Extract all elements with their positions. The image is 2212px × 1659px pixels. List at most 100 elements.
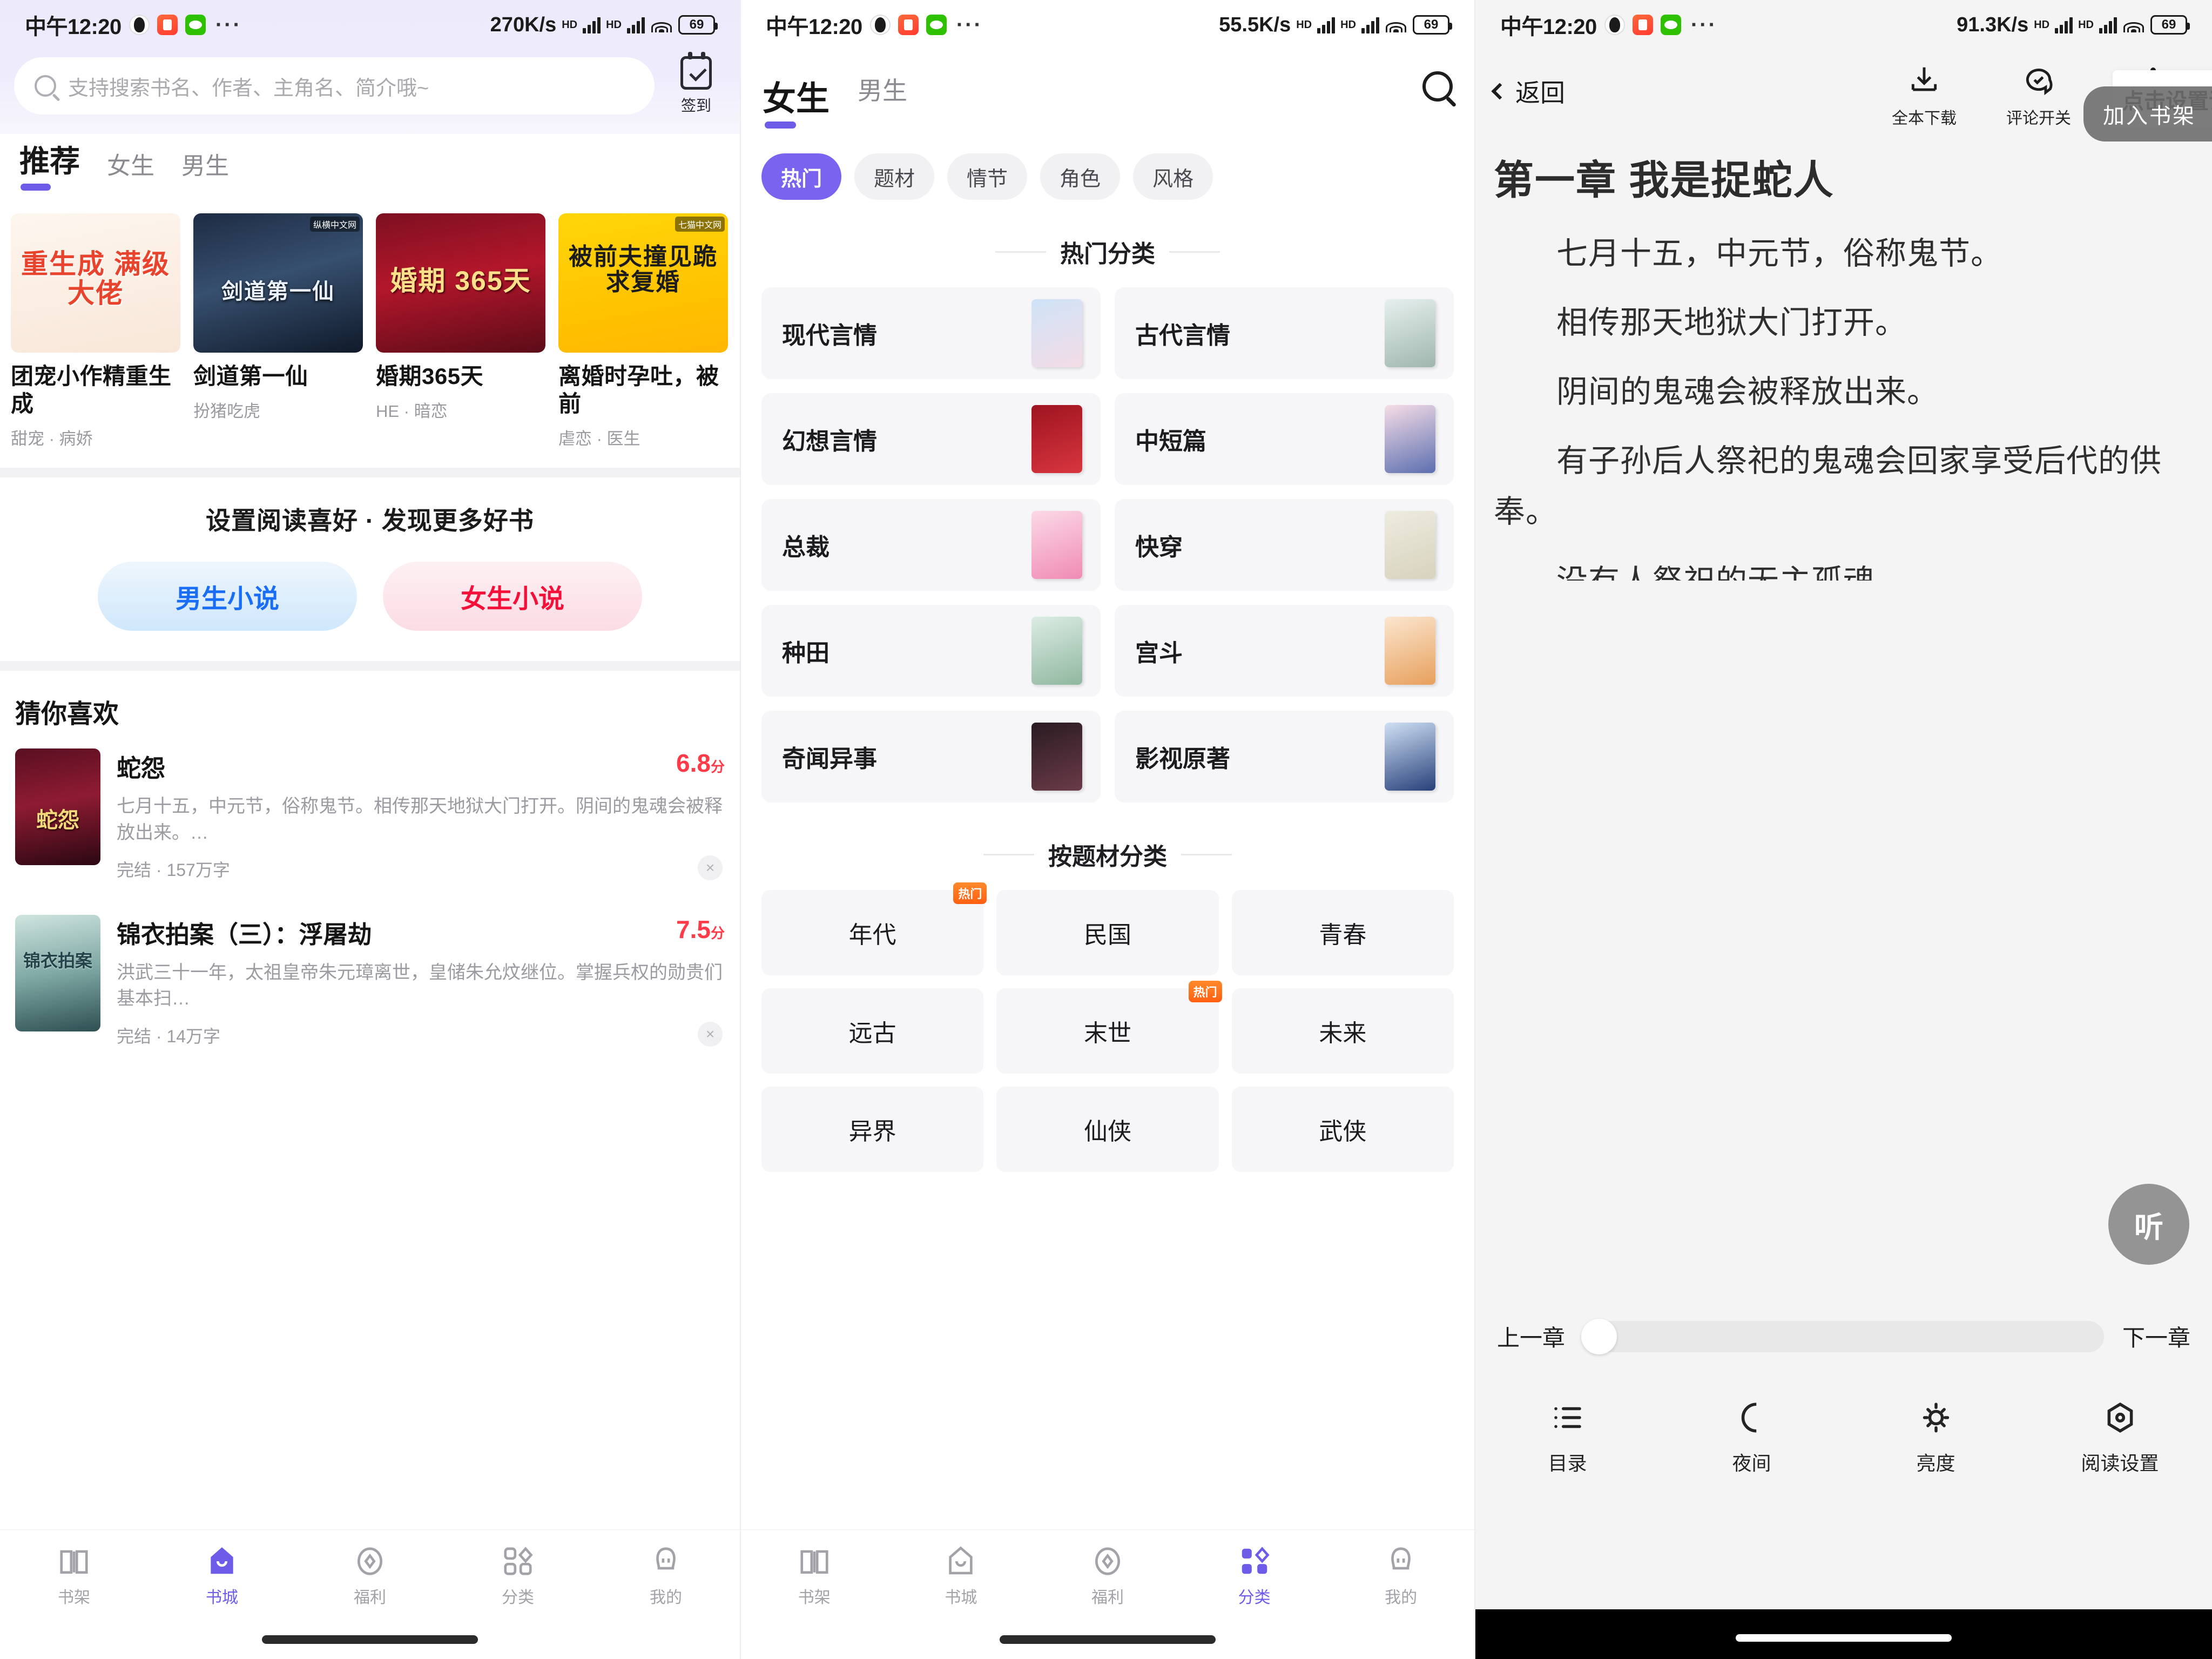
search-row: 支持搜索书名、作者、主角名、简介哦~ 签到 bbox=[0, 50, 740, 134]
sidebar-item-bookstore[interactable]: 书城 bbox=[888, 1541, 1035, 1608]
category-card[interactable]: 总裁 bbox=[761, 499, 1101, 591]
chip-style[interactable]: 风格 bbox=[1133, 153, 1213, 200]
theme-card[interactable]: 末世热门 bbox=[996, 988, 1218, 1074]
reader-content[interactable]: 七月十五，中元节，俗称鬼节。 相传那天地狱大门打开。 阴间的鬼魂会被释放出来。 … bbox=[1475, 206, 2212, 581]
prev-chapter-button[interactable]: 上一章 bbox=[1497, 1320, 1565, 1353]
add-to-shelf-button[interactable]: 加入书架 bbox=[2083, 86, 2212, 141]
category-thumb bbox=[1385, 511, 1435, 579]
sidebar-item-bookshelf[interactable]: 书架 bbox=[741, 1541, 888, 1608]
sidebar-item-category[interactable]: 分类 bbox=[444, 1541, 592, 1608]
chapter-progress-slider[interactable] bbox=[1583, 1321, 2104, 1352]
book-tags: HE · 暗恋 bbox=[376, 397, 545, 422]
hd-label-1: HD bbox=[562, 19, 577, 31]
back-label: 返回 bbox=[1515, 73, 1565, 109]
reading-settings-button[interactable]: 阅读设置 bbox=[2028, 1395, 2212, 1476]
sidebar-item-welfare[interactable]: 福利 bbox=[296, 1541, 444, 1608]
status-overflow-dots: ··· bbox=[956, 13, 983, 37]
cover-title: 锦衣拍案 bbox=[15, 947, 100, 972]
comment-toggle-icon bbox=[1998, 59, 2079, 100]
listen-button[interactable]: 听 bbox=[2108, 1184, 2189, 1265]
category-card[interactable]: 现代言情 bbox=[761, 287, 1101, 379]
category-card[interactable]: 古代言情 bbox=[1115, 287, 1454, 379]
night-mode-button[interactable]: 夜间 bbox=[1660, 1395, 1844, 1476]
close-icon[interactable]: × bbox=[698, 1022, 723, 1047]
search-icon bbox=[1422, 71, 1453, 102]
sidebar-item-category[interactable]: 分类 bbox=[1181, 1541, 1328, 1608]
hd-label-2: HD bbox=[606, 19, 622, 31]
qq-icon bbox=[129, 15, 150, 35]
wifi-icon bbox=[650, 16, 673, 33]
chip-plot[interactable]: 情节 bbox=[947, 153, 1027, 200]
chip-theme[interactable]: 题材 bbox=[854, 153, 934, 200]
theme-card[interactable]: 异界 bbox=[761, 1087, 983, 1172]
book-title: 婚期365天 bbox=[376, 362, 545, 390]
boy-novel-button[interactable]: 男生小说 bbox=[98, 562, 357, 631]
theme-card[interactable]: 未来 bbox=[1232, 988, 1454, 1074]
toc-button[interactable]: 目录 bbox=[1475, 1395, 1660, 1476]
signal-bars-2 bbox=[2099, 16, 2117, 33]
theme-card[interactable]: 远古 bbox=[761, 988, 983, 1074]
tab-boy[interactable]: 男生 bbox=[858, 71, 907, 112]
book-card[interactable]: 七猫中文网 被前夫撞见跪求复婚 离婚时孕吐，被前 虐恋 · 医生 bbox=[558, 213, 728, 449]
category-thumb bbox=[1031, 617, 1082, 685]
next-chapter-button[interactable]: 下一章 bbox=[2122, 1320, 2190, 1353]
category-card[interactable]: 影视原著 bbox=[1115, 711, 1454, 802]
list-item[interactable]: 锦衣拍案 锦衣拍案（三）：浮屠劫 7.5分 洪武三十一年，太祖皇帝朱元璋离世，皇… bbox=[15, 896, 725, 1063]
list-icon bbox=[1475, 1395, 1660, 1440]
download-book-button[interactable]: 全本下载 bbox=[1884, 59, 1965, 129]
girl-novel-button[interactable]: 女生小说 bbox=[383, 562, 642, 631]
category-card[interactable]: 宫斗 bbox=[1115, 605, 1454, 697]
brightness-button[interactable]: 亮度 bbox=[1844, 1395, 2028, 1476]
theme-card[interactable]: 年代热门 bbox=[761, 890, 983, 975]
signal-bars-2 bbox=[627, 16, 645, 33]
cover-title: 蛇怨 bbox=[15, 802, 100, 834]
theme-card[interactable]: 民国 bbox=[996, 890, 1218, 975]
book-card[interactable]: 重生成 满级大佬 团宠小作精重生成 甜宠 · 病娇 bbox=[11, 213, 180, 449]
tab-girl[interactable]: 女生 bbox=[107, 146, 154, 185]
guess-you-like-section: 猜你喜欢 蛇怨 蛇怨 6.8分 七月十五，中元节，俗称鬼节。相传那天地狱大门打开… bbox=[0, 671, 740, 1062]
book-card[interactable]: 纵横中文网 剑道第一仙 剑道第一仙 扮猪吃虎 bbox=[193, 213, 363, 449]
theme-grid: 年代热门 民国 青春 远古 末世热门 未来 异界 仙侠 武侠 bbox=[741, 872, 1474, 1172]
book-card[interactable]: 婚期 365天 婚期365天 HE · 暗恋 bbox=[376, 213, 545, 449]
sidebar-item-bookstore[interactable]: 书城 bbox=[148, 1541, 296, 1608]
category-thumb bbox=[1031, 723, 1082, 791]
theme-card[interactable]: 仙侠 bbox=[996, 1087, 1218, 1172]
sidebar-item-profile[interactable]: 我的 bbox=[592, 1541, 740, 1608]
filter-chips: 热门 题材 情节 角色 风格 bbox=[741, 125, 1474, 200]
book-title: 离婚时孕吐，被前 bbox=[558, 362, 728, 417]
tab-girl[interactable]: 女生 bbox=[763, 71, 830, 125]
moon-icon bbox=[1660, 1395, 1844, 1440]
signin-button[interactable]: 签到 bbox=[666, 56, 726, 116]
hd-label-2: HD bbox=[2078, 19, 2094, 31]
chip-role[interactable]: 角色 bbox=[1040, 153, 1120, 200]
chip-hot[interactable]: 热门 bbox=[761, 153, 841, 200]
sidebar-item-profile[interactable]: 我的 bbox=[1327, 1541, 1474, 1608]
category-card[interactable]: 种田 bbox=[761, 605, 1101, 697]
category-card[interactable]: 中短篇 bbox=[1115, 393, 1454, 485]
search-input[interactable]: 支持搜索书名、作者、主角名、简介哦~ bbox=[14, 57, 655, 114]
tab-boy[interactable]: 男生 bbox=[181, 146, 229, 185]
search-button[interactable] bbox=[1422, 71, 1453, 102]
category-card[interactable]: 幻想言情 bbox=[761, 393, 1101, 485]
close-icon[interactable]: × bbox=[698, 855, 723, 880]
tab-recommend[interactable]: 推荐 bbox=[19, 137, 80, 185]
list-item[interactable]: 蛇怨 蛇怨 6.8分 七月十五，中元节，俗称鬼节。相传那天地狱大门打开。阴间的鬼… bbox=[15, 730, 725, 896]
signin-label: 签到 bbox=[666, 94, 726, 116]
comment-toggle-button[interactable]: 评论开关 bbox=[1998, 59, 2079, 129]
theme-card[interactable]: 武侠 bbox=[1232, 1087, 1454, 1172]
profile-icon bbox=[1327, 1541, 1474, 1582]
slider-knob[interactable] bbox=[1581, 1319, 1617, 1354]
book-cover: 纵横中文网 剑道第一仙 bbox=[193, 213, 363, 353]
category-thumb bbox=[1031, 511, 1082, 579]
category-card[interactable]: 奇闻异事 bbox=[761, 711, 1101, 802]
book-cover: 锦衣拍案 bbox=[15, 915, 100, 1031]
category-card[interactable]: 快穿 bbox=[1115, 499, 1454, 591]
cover-title: 剑道第一仙 bbox=[193, 280, 363, 304]
welfare-icon bbox=[1034, 1541, 1181, 1582]
theme-card[interactable]: 青春 bbox=[1232, 890, 1454, 975]
sidebar-item-welfare[interactable]: 福利 bbox=[1034, 1541, 1181, 1608]
sidebar-item-bookshelf[interactable]: 书架 bbox=[0, 1541, 148, 1608]
back-button[interactable]: 返回 bbox=[1494, 59, 1565, 109]
score-badge: 7.5分 bbox=[676, 915, 725, 944]
qq-icon bbox=[870, 15, 891, 35]
